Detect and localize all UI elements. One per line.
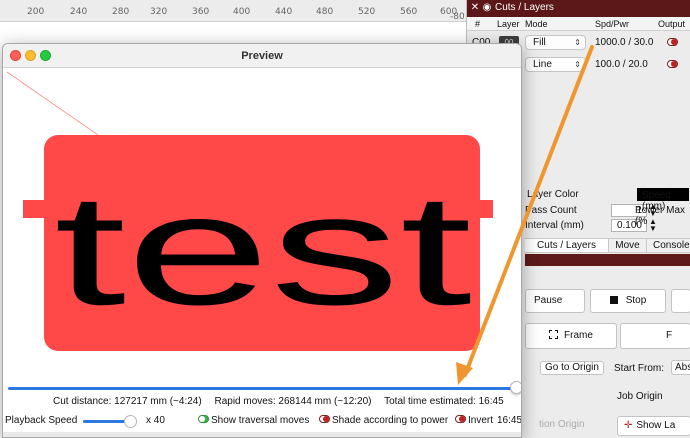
top-ruler: 200 240 280 320 360 400 440 480 520 560 … — [0, 0, 466, 22]
float-icon[interactable]: ◉ — [482, 3, 492, 13]
ruler-tick: 320 — [150, 7, 168, 17]
crosshair-icon: ✛ — [624, 420, 633, 431]
col-header-layer: Layer — [497, 19, 520, 29]
go-to-origin-button[interactable]: Go to Origin — [540, 361, 604, 375]
timeline-track[interactable] — [8, 387, 517, 390]
panel-title: Cuts / Layers — [495, 2, 554, 13]
invert-label: Invert — [468, 415, 494, 426]
speed-power-value: 100.0 / 20.0 — [595, 59, 648, 70]
show-layers-button[interactable]: ✛ Show La — [617, 416, 690, 436]
ruler-tick: 480 — [316, 7, 334, 17]
preview-bottom-strip — [3, 432, 521, 437]
layer-color-label: Layer Color — [527, 189, 579, 200]
start-from-select[interactable]: Abs — [671, 360, 690, 375]
ruler-tick: 560 — [400, 7, 418, 17]
cut-distance: Cut distance: 127217 mm (~4:24) — [53, 396, 202, 407]
start-from-label: Start From: — [614, 363, 665, 374]
col-header-spdpwr: Spd/Pwr — [595, 19, 630, 29]
total-time: Total time estimated: 16:45 — [384, 396, 504, 407]
ruler-tick: 240 — [70, 7, 88, 17]
mode-value: Fill — [533, 37, 546, 48]
chevron-updown-icon: ⇕ — [574, 38, 581, 47]
pause-label: Pause — [534, 295, 563, 306]
frame-label: Frame — [564, 330, 593, 341]
stop-button[interactable]: Stop — [590, 289, 666, 313]
col-header-num: # — [475, 19, 481, 29]
stats-line: Cut distance: 127217 mm (~4:24) Rapid mo… — [53, 396, 514, 407]
frame-alt-label: F — [666, 330, 673, 341]
col-header-output: Output — [658, 19, 686, 29]
preview-titlebar: Preview — [3, 44, 521, 68]
shade-power-label: Shade according to power — [332, 415, 449, 426]
mode-select[interactable]: Fill ⇕ — [525, 35, 586, 50]
toggle-off-icon — [319, 415, 330, 423]
cuts-layers-header: # Layer Mode Spd/Pwr Output — [467, 17, 690, 31]
invert-toggle[interactable]: Invert — [455, 415, 493, 426]
ruler-tick: 400 — [233, 7, 251, 17]
tab-cuts-layers[interactable]: Cuts / Layers — [525, 239, 609, 252]
playback-speed-label: Playback Speed — [5, 415, 78, 426]
rapid-moves: Rapid moves: 268144 mm (~12:20) — [214, 396, 372, 407]
close-icon[interactable]: ✕ — [470, 3, 480, 13]
ruler-tick: 200 — [27, 7, 45, 17]
ruler-tick: 360 — [192, 7, 210, 17]
chevron-updown-icon: ⇕ — [574, 60, 581, 69]
preview-controls: Playback Speed x 40 Show traversal moves… — [3, 413, 521, 431]
ruler-tick: 280 — [112, 7, 130, 17]
mode-select[interactable]: Line ⇕ — [525, 57, 586, 72]
preview-rendering: test — [6, 71, 493, 351]
ruler-tick: 440 — [275, 7, 293, 17]
toggle-off-icon — [455, 415, 466, 423]
job-origin-label: Job Origin — [617, 391, 663, 402]
timeline-handle[interactable] — [510, 381, 521, 394]
toolbar-strip — [525, 254, 690, 266]
tab-console[interactable]: Console — [647, 239, 690, 252]
preview-title: Preview — [241, 50, 283, 62]
show-layers-label: Show La — [636, 420, 676, 431]
interval-label: Interval (mm) — [525, 220, 584, 231]
shade-power-toggle[interactable]: Shade according to power — [319, 415, 448, 426]
set-origin-label: tion Origin — [539, 419, 585, 430]
stop-icon — [609, 296, 618, 304]
cuts-layers-titlebar: ✕ ◉ Cuts / Layers — [467, 0, 690, 17]
show-traversal-label: Show traversal moves — [211, 415, 310, 426]
output-toggle[interactable] — [667, 38, 678, 46]
tab-move[interactable]: Move — [609, 239, 647, 252]
speed-power-value: 1000.0 / 30.0 — [595, 37, 654, 48]
toggle-on-icon — [198, 415, 209, 423]
panel-tabs: Cuts / Layers Move Console — [525, 238, 690, 253]
pass-count-label: Pass Count — [525, 205, 577, 216]
frame-alt-button[interactable]: F — [620, 323, 690, 349]
col-header-mode: Mode — [525, 19, 548, 29]
stop-label: Stop — [625, 295, 647, 306]
time-display: 16:45 — [497, 415, 522, 426]
ruler-tick: 520 — [358, 7, 376, 17]
go-to-origin-label: Go to Origin — [545, 362, 599, 373]
ruler-tick: -80 — [450, 12, 465, 22]
preview-window: Preview test Cut distance: 127217 mm (~4… — [2, 43, 522, 438]
partial-button[interactable] — [671, 289, 690, 313]
show-traversal-toggle[interactable]: Show traversal moves — [198, 415, 309, 426]
playback-speed-value: x 40 — [146, 415, 165, 426]
preview-text: test — [54, 162, 472, 338]
frame-icon — [549, 330, 559, 339]
preview-canvas: test — [3, 68, 521, 380]
output-toggle[interactable] — [667, 60, 678, 68]
power-max-label: Power Max (% — [635, 205, 686, 227]
pause-button[interactable]: Pause — [525, 289, 585, 313]
playback-speed-handle[interactable] — [124, 415, 137, 428]
frame-button[interactable]: Frame — [525, 323, 617, 349]
mode-value: Line — [533, 59, 552, 70]
